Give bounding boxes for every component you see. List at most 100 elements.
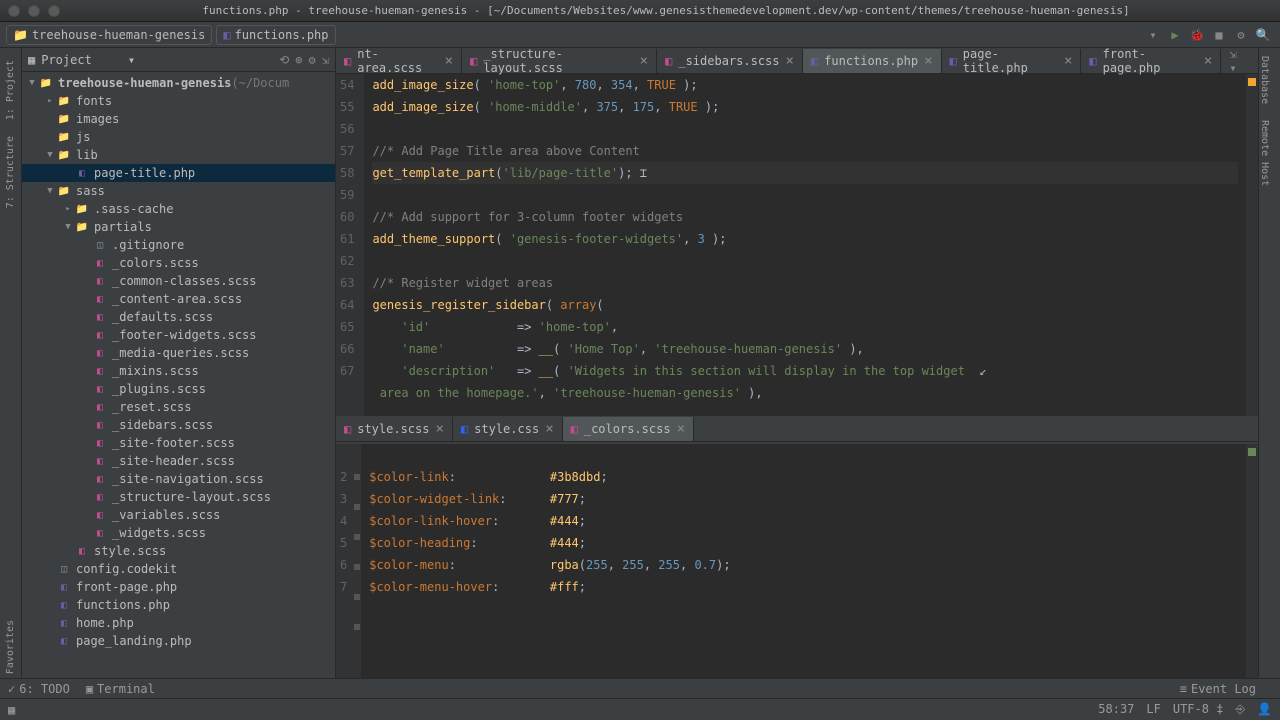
tree-functions[interactable]: ◧functions.php bbox=[22, 596, 335, 614]
tree-page-landing[interactable]: ◧page_landing.php bbox=[22, 632, 335, 650]
lock-icon[interactable]: ⎆ bbox=[1235, 702, 1245, 717]
run-button[interactable]: ▶ bbox=[1164, 24, 1186, 46]
breadcrumb-project[interactable]: 📁 treehouse-hueman-genesis bbox=[6, 25, 212, 45]
tree-mixins[interactable]: ◧_mixins.scss bbox=[22, 362, 335, 380]
close-icon[interactable]: × bbox=[924, 53, 932, 69]
tree-root[interactable]: ▼📁treehouse-hueman-genesis (~/Docum bbox=[22, 74, 335, 92]
tree-page-title-php[interactable]: ◧page-title.php bbox=[22, 164, 335, 182]
close-icon[interactable]: × bbox=[445, 53, 453, 69]
ide-icon[interactable]: ▦ bbox=[8, 703, 15, 717]
nav-toolbar: 📁 treehouse-hueman-genesis ◧ functions.p… bbox=[0, 22, 1280, 48]
tab--sidebars-scss[interactable]: ◧_sidebars.scss× bbox=[657, 49, 803, 73]
close-window-button[interactable] bbox=[8, 5, 20, 17]
tab-front-page-php[interactable]: ◧front-page.php× bbox=[1081, 49, 1221, 73]
tree-content-area[interactable]: ◧_content-area.scss bbox=[22, 290, 335, 308]
tree-sass[interactable]: ▼📁sass bbox=[22, 182, 335, 200]
tab-nt-area-scss[interactable]: ◧nt-area.scss× bbox=[336, 49, 462, 73]
window-title: functions.php - treehouse-hueman-genesis… bbox=[60, 4, 1272, 17]
tree-structure[interactable]: ◧_structure-layout.scss bbox=[22, 488, 335, 506]
close-icon[interactable]: × bbox=[677, 421, 685, 437]
tree-defaults[interactable]: ◧_defaults.scss bbox=[22, 308, 335, 326]
status-bar: ▦ 58:37 LF UTF-8 ‡ ⎆ 👤 bbox=[0, 698, 1280, 720]
editor-area: ◧nt-area.scss×◧_structure-layout.scss×◧_… bbox=[336, 48, 1258, 700]
tree-sass-cache[interactable]: ▸📁.sass-cache bbox=[22, 200, 335, 218]
breadcrumb-project-label: treehouse-hueman-genesis bbox=[32, 28, 205, 42]
event-log[interactable]: ≡Event Log bbox=[1180, 682, 1256, 696]
bottom-editor-pane[interactable]: 234567 $color-link: #3b8dbd;$color-widge… bbox=[336, 442, 1258, 700]
encoding[interactable]: UTF-8 ‡ bbox=[1173, 702, 1224, 717]
gutter-top[interactable]: 5455565758596061626364656667 bbox=[336, 74, 364, 416]
line-separator[interactable]: LF bbox=[1146, 702, 1160, 717]
minimize-window-button[interactable] bbox=[28, 5, 40, 17]
close-icon[interactable]: × bbox=[545, 421, 553, 437]
error-stripe-bottom[interactable] bbox=[1246, 444, 1258, 700]
tree-js[interactable]: 📁js bbox=[22, 128, 335, 146]
tree-footer-widgets[interactable]: ◧_footer-widgets.scss bbox=[22, 326, 335, 344]
tab-style-scss[interactable]: ◧style.scss× bbox=[336, 417, 453, 441]
tree-site-footer[interactable]: ◧_site-footer.scss bbox=[22, 434, 335, 452]
tab--colors-scss[interactable]: ◧_colors.scss× bbox=[563, 417, 694, 441]
tool-window-bar: ✓6: TODO ▣Terminal ≡Event Log bbox=[0, 678, 1280, 698]
tree-plugins[interactable]: ◧_plugins.scss bbox=[22, 380, 335, 398]
gutter-bottom[interactable]: 234567 bbox=[336, 444, 353, 700]
tab-functions-php[interactable]: ◧functions.php× bbox=[803, 49, 942, 73]
tree-reset[interactable]: ◧_reset.scss bbox=[22, 398, 335, 416]
tree-site-nav[interactable]: ◧_site-navigation.scss bbox=[22, 470, 335, 488]
tree-lib[interactable]: ▼📁lib bbox=[22, 146, 335, 164]
tool-structure[interactable]: 7: Structure bbox=[5, 128, 16, 216]
tree-colors[interactable]: ◧_colors.scss bbox=[22, 254, 335, 272]
tools-icon[interactable]: ⚙ bbox=[1230, 24, 1252, 46]
collapse-icon[interactable]: ⟲ bbox=[279, 53, 289, 67]
tree-partials[interactable]: ▼📁partials bbox=[22, 218, 335, 236]
tree-gitignore[interactable]: ◫.gitignore bbox=[22, 236, 335, 254]
tree-variables[interactable]: ◧_variables.scss bbox=[22, 506, 335, 524]
tabs-overflow[interactable]: ⇲ ▾ bbox=[1221, 47, 1258, 75]
close-icon[interactable]: × bbox=[1204, 53, 1212, 69]
tool-remote-host[interactable]: Remote Host bbox=[1259, 112, 1270, 194]
stop-button[interactable]: ■ bbox=[1208, 24, 1230, 46]
close-icon[interactable]: × bbox=[1064, 53, 1072, 69]
inspector-icon[interactable]: 👤 bbox=[1257, 702, 1272, 717]
tree-site-header[interactable]: ◧_site-header.scss bbox=[22, 452, 335, 470]
project-tree[interactable]: ▼📁treehouse-hueman-genesis (~/Docum ▸📁fo… bbox=[22, 72, 335, 700]
tree-sidebars[interactable]: ◧_sidebars.scss bbox=[22, 416, 335, 434]
debug-button[interactable]: 🐞 bbox=[1186, 24, 1208, 46]
tool-database[interactable]: Database bbox=[1259, 48, 1270, 112]
tree-home[interactable]: ◧home.php bbox=[22, 614, 335, 632]
tool-todo[interactable]: ✓6: TODO bbox=[8, 682, 70, 696]
sidebar-title[interactable]: ▦ Project ▾ bbox=[28, 53, 279, 67]
tree-common[interactable]: ◧_common-classes.scss bbox=[22, 272, 335, 290]
scss-icon: ◧ bbox=[344, 54, 351, 68]
project-icon: ▦ bbox=[28, 53, 35, 67]
search-icon[interactable]: 🔍 bbox=[1252, 24, 1274, 46]
top-editor-pane[interactable]: 5455565758596061626364656667 add_image_s… bbox=[336, 74, 1258, 416]
tree-fonts[interactable]: ▸📁fonts bbox=[22, 92, 335, 110]
tab-style-css[interactable]: ◧style.css× bbox=[453, 417, 563, 441]
scss-icon: ◧ bbox=[665, 54, 672, 68]
tree-widgets[interactable]: ◧_widgets.scss bbox=[22, 524, 335, 542]
close-icon[interactable]: × bbox=[786, 53, 794, 69]
breadcrumb-file[interactable]: ◧ functions.php bbox=[216, 25, 335, 45]
code-top[interactable]: add_image_size( 'home-top', 780, 354, TR… bbox=[364, 74, 1246, 416]
tab--structure-layout-scss[interactable]: ◧_structure-layout.scss× bbox=[462, 49, 657, 73]
autoscroll-icon[interactable]: ⊕ bbox=[295, 53, 302, 67]
run-config-dropdown[interactable]: ▾ bbox=[1142, 24, 1164, 46]
tree-media-queries[interactable]: ◧_media-queries.scss bbox=[22, 344, 335, 362]
hide-icon[interactable]: ⇲ bbox=[322, 53, 329, 67]
tool-project[interactable]: 1: Project bbox=[5, 52, 16, 128]
project-sidebar: ▦ Project ▾ ⟲ ⊕ ⚙ ⇲ ▼📁treehouse-hueman-g… bbox=[22, 48, 336, 700]
tree-front-page[interactable]: ◧front-page.php bbox=[22, 578, 335, 596]
tree-images[interactable]: 📁images bbox=[22, 110, 335, 128]
zoom-window-button[interactable] bbox=[48, 5, 60, 17]
top-editor-tabs: ◧nt-area.scss×◧_structure-layout.scss×◧_… bbox=[336, 48, 1258, 74]
tree-style[interactable]: ◧style.scss bbox=[22, 542, 335, 560]
tool-terminal[interactable]: ▣Terminal bbox=[86, 682, 155, 696]
cursor-position[interactable]: 58:37 bbox=[1098, 702, 1134, 717]
code-bottom[interactable]: $color-link: #3b8dbd;$color-widget-link:… bbox=[361, 444, 1246, 700]
close-icon[interactable]: × bbox=[435, 421, 443, 437]
close-icon[interactable]: × bbox=[640, 53, 648, 69]
tab-page-title-php[interactable]: ◧page-title.php× bbox=[942, 49, 1082, 73]
tree-config[interactable]: ◫config.codekit bbox=[22, 560, 335, 578]
settings-icon[interactable]: ⚙ bbox=[309, 53, 316, 67]
error-stripe-top[interactable] bbox=[1246, 74, 1258, 416]
